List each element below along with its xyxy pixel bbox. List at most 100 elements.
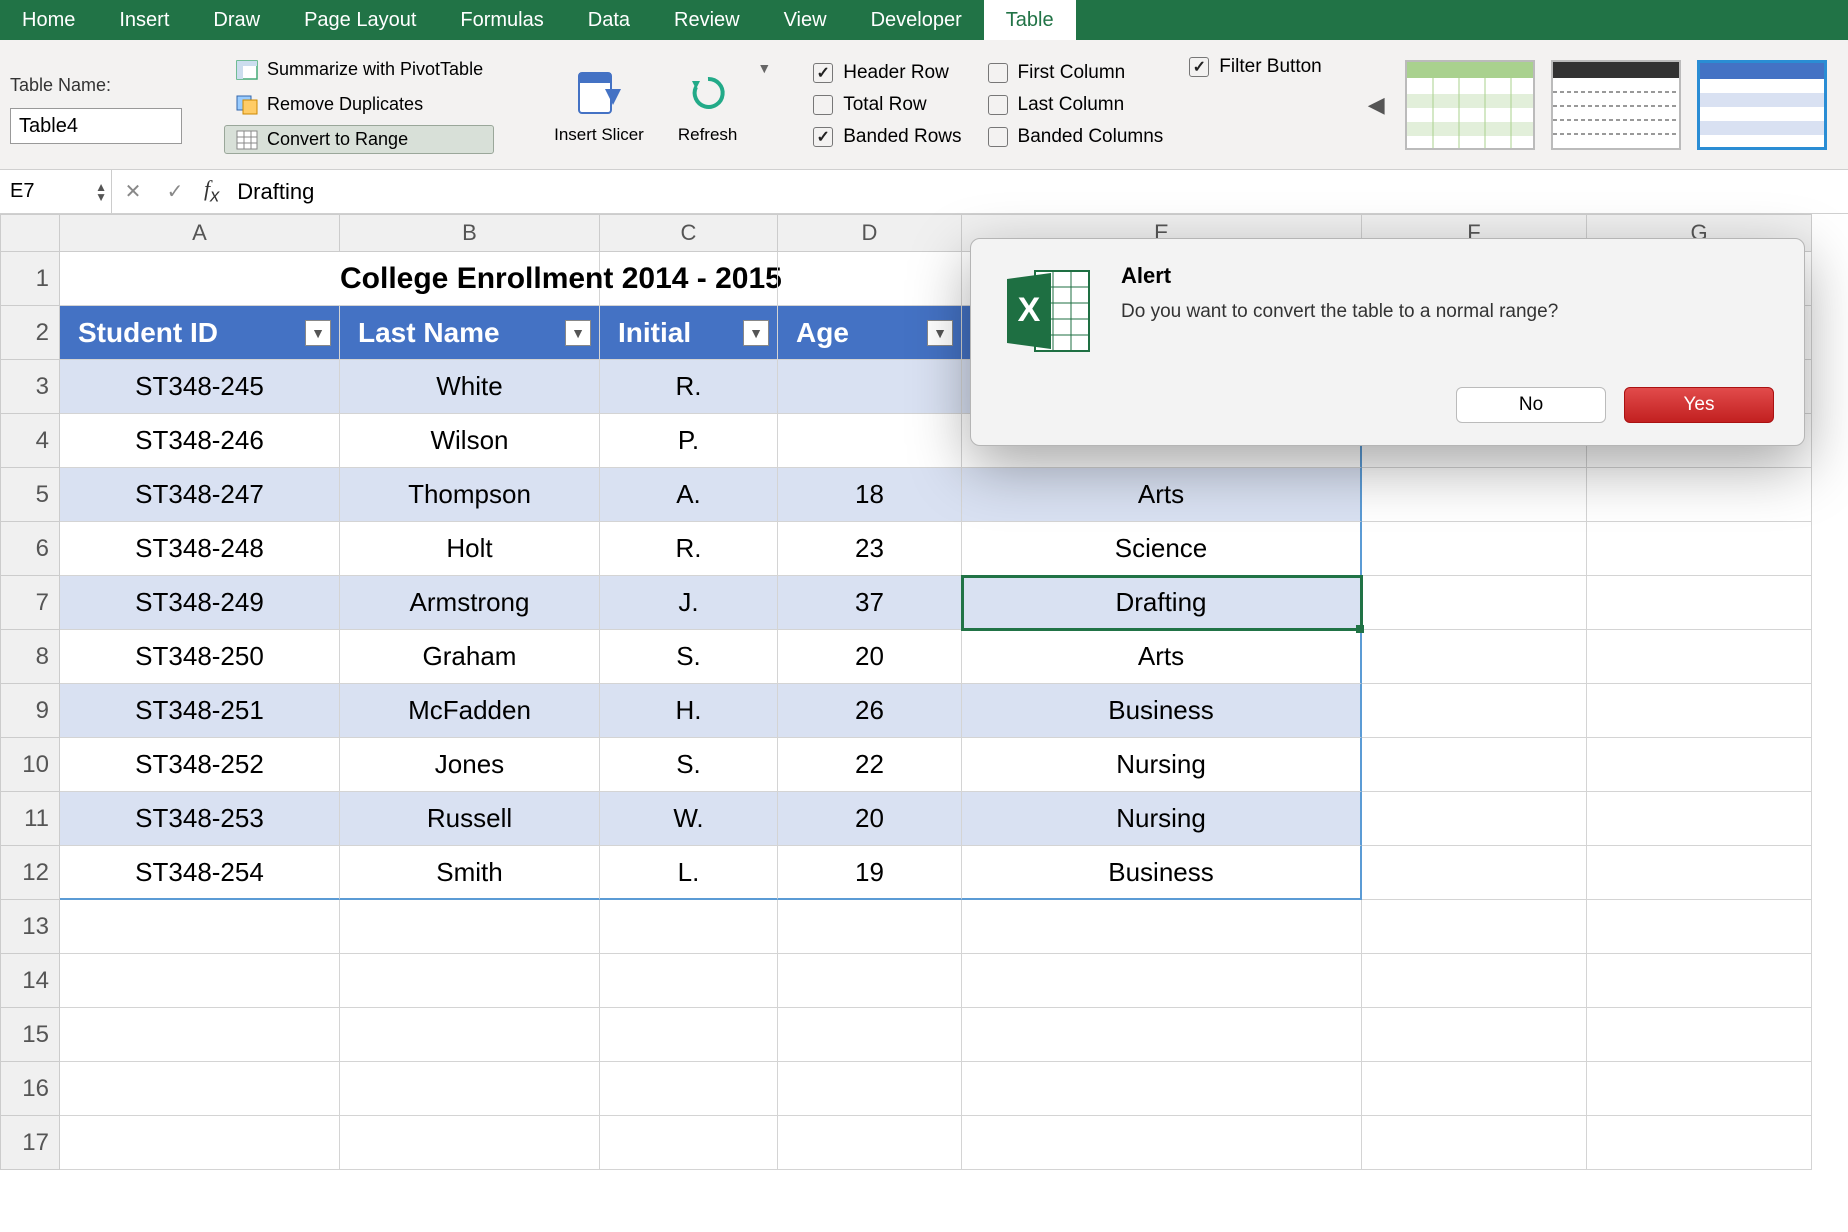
cell[interactable]: Wilson xyxy=(340,414,600,468)
cell[interactable] xyxy=(778,1062,962,1116)
cell[interactable]: Thompson xyxy=(340,468,600,522)
cell[interactable] xyxy=(1362,738,1587,792)
col-header-b[interactable]: B xyxy=(340,214,600,252)
cell[interactable]: S. xyxy=(600,738,778,792)
tab-developer[interactable]: Developer xyxy=(849,0,984,40)
cell[interactable] xyxy=(1587,954,1812,1008)
row-header-8[interactable]: 8 xyxy=(0,630,60,684)
cell[interactable] xyxy=(778,954,962,1008)
last-column-checkbox[interactable]: Last Column xyxy=(988,94,1164,116)
cell[interactable] xyxy=(340,954,600,1008)
cell[interactable]: 18 xyxy=(778,468,962,522)
cell[interactable]: Arts xyxy=(962,630,1362,684)
cell[interactable]: L. xyxy=(600,846,778,900)
cell[interactable]: Initial▼ xyxy=(600,306,778,360)
cell[interactable]: Russell xyxy=(340,792,600,846)
cell[interactable] xyxy=(1362,792,1587,846)
cell[interactable] xyxy=(778,900,962,954)
header-row-checkbox[interactable]: Header Row xyxy=(813,62,961,84)
cell[interactable]: ST348-250 xyxy=(60,630,340,684)
cell[interactable] xyxy=(1587,846,1812,900)
cell[interactable] xyxy=(1587,1062,1812,1116)
tab-home[interactable]: Home xyxy=(0,0,97,40)
dialog-no-button[interactable]: No xyxy=(1456,387,1606,423)
banded-rows-checkbox[interactable]: Banded Rows xyxy=(813,126,961,148)
cell[interactable]: College Enrollment 2014 - 2015 xyxy=(340,252,600,306)
convert-to-range-button[interactable]: Convert to Range xyxy=(224,125,494,154)
formula-input[interactable] xyxy=(227,179,1848,205)
cell[interactable]: Smith xyxy=(340,846,600,900)
cell[interactable]: Armstrong xyxy=(340,576,600,630)
col-header-a[interactable]: A xyxy=(60,214,340,252)
cell[interactable] xyxy=(778,252,962,306)
cell[interactable]: Nursing xyxy=(962,738,1362,792)
select-all-corner[interactable] xyxy=(0,214,60,252)
cell[interactable] xyxy=(1362,522,1587,576)
row-header-13[interactable]: 13 xyxy=(0,900,60,954)
name-box-spinner-icon[interactable]: ▲▼ xyxy=(95,182,107,202)
cell[interactable]: Business xyxy=(962,684,1362,738)
row-header-3[interactable]: 3 xyxy=(0,360,60,414)
cell[interactable] xyxy=(60,1008,340,1062)
cell[interactable] xyxy=(1587,576,1812,630)
cell[interactable]: 22 xyxy=(778,738,962,792)
insert-slicer-button[interactable]: Insert Slicer xyxy=(546,61,652,149)
cell[interactable]: Holt xyxy=(340,522,600,576)
remove-duplicates-button[interactable]: Remove Duplicates xyxy=(224,90,494,119)
dialog-yes-button[interactable]: Yes xyxy=(1624,387,1774,423)
row-header-15[interactable]: 15 xyxy=(0,1008,60,1062)
cell[interactable] xyxy=(778,414,962,468)
cell[interactable] xyxy=(962,1008,1362,1062)
cell[interactable]: ST348-249 xyxy=(60,576,340,630)
cell[interactable]: 23 xyxy=(778,522,962,576)
cell[interactable] xyxy=(1362,1062,1587,1116)
tab-draw[interactable]: Draw xyxy=(191,0,282,40)
gallery-prev-icon[interactable]: ◀ xyxy=(1364,92,1389,118)
summarize-pivot-button[interactable]: Summarize with PivotTable xyxy=(224,55,494,84)
cell[interactable]: ST348-248 xyxy=(60,522,340,576)
cell[interactable]: Science xyxy=(962,522,1362,576)
cell[interactable] xyxy=(778,1116,962,1170)
cell[interactable]: ST348-246 xyxy=(60,414,340,468)
cell[interactable]: 19 xyxy=(778,846,962,900)
tab-data[interactable]: Data xyxy=(566,0,652,40)
cell[interactable] xyxy=(1362,468,1587,522)
cell[interactable]: W. xyxy=(600,792,778,846)
cell[interactable]: McFadden xyxy=(340,684,600,738)
cell[interactable]: White xyxy=(340,360,600,414)
cell[interactable]: H. xyxy=(600,684,778,738)
cell[interactable] xyxy=(1587,468,1812,522)
cell[interactable]: A. xyxy=(600,468,778,522)
row-header-9[interactable]: 9 xyxy=(0,684,60,738)
table-style-option-1[interactable] xyxy=(1405,60,1535,150)
cell[interactable] xyxy=(1587,630,1812,684)
cell[interactable]: ST348-253 xyxy=(60,792,340,846)
cell[interactable] xyxy=(600,954,778,1008)
cell[interactable] xyxy=(340,900,600,954)
fx-icon[interactable]: fx xyxy=(196,176,227,206)
cell[interactable] xyxy=(1362,1008,1587,1062)
accept-formula-icon[interactable]: ✓ xyxy=(154,179,196,204)
cell[interactable]: 20 xyxy=(778,630,962,684)
cell[interactable]: Student ID▼ xyxy=(60,306,340,360)
cell[interactable] xyxy=(340,1062,600,1116)
refresh-dropdown-icon[interactable]: ▼ xyxy=(757,60,771,76)
cell[interactable]: 37 xyxy=(778,576,962,630)
row-header-17[interactable]: 17 xyxy=(0,1116,60,1170)
row-header-2[interactable]: 2 xyxy=(0,306,60,360)
cell[interactable] xyxy=(1587,522,1812,576)
cell[interactable]: ST348-251 xyxy=(60,684,340,738)
refresh-button[interactable]: Refresh xyxy=(670,61,746,149)
cell[interactable]: Arts xyxy=(962,468,1362,522)
cell[interactable] xyxy=(600,900,778,954)
cell[interactable]: J. xyxy=(600,576,778,630)
cell[interactable] xyxy=(778,360,962,414)
table-style-option-2[interactable] xyxy=(1551,60,1681,150)
cell[interactable] xyxy=(600,1008,778,1062)
cell[interactable] xyxy=(1362,1116,1587,1170)
cell[interactable] xyxy=(1587,900,1812,954)
row-header-7[interactable]: 7 xyxy=(0,576,60,630)
cell[interactable]: ST348-245 xyxy=(60,360,340,414)
row-header-16[interactable]: 16 xyxy=(0,1062,60,1116)
banded-columns-checkbox[interactable]: Banded Columns xyxy=(988,126,1164,148)
